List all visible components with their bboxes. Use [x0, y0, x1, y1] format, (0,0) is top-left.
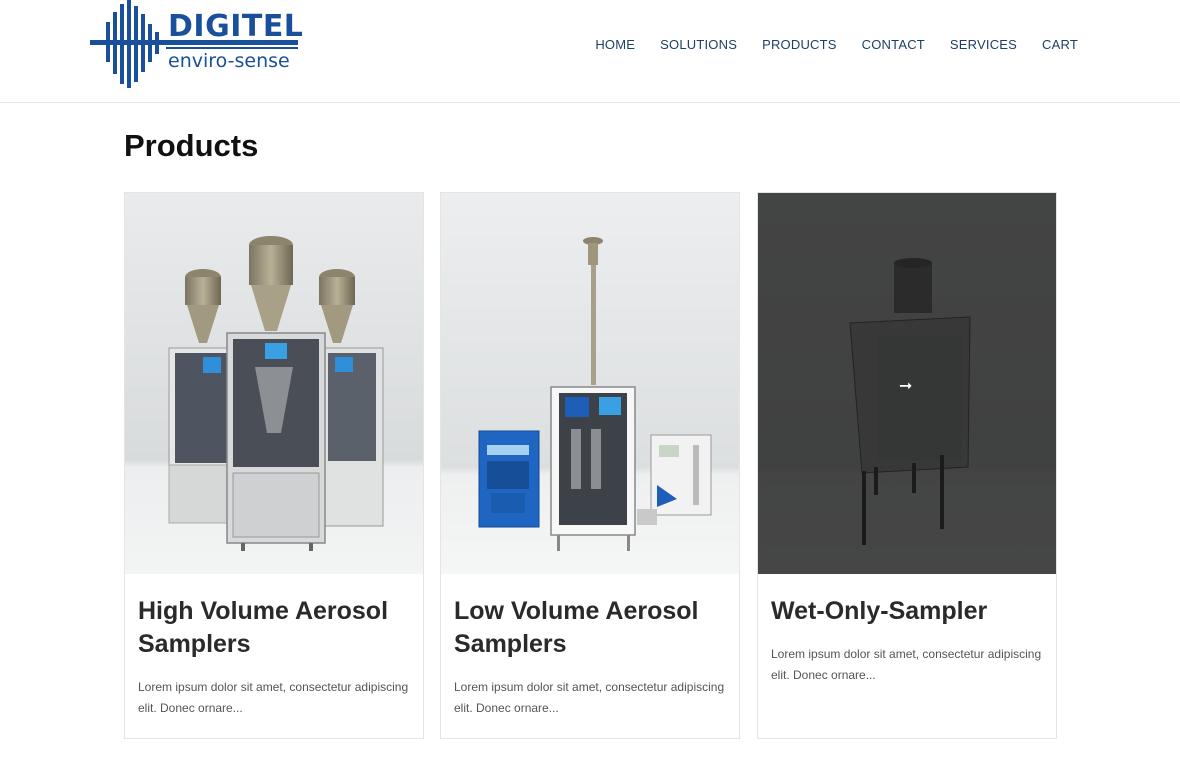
svg-text:DIGITEL: DIGITEL [168, 9, 303, 44]
product-description: Lorem ipsum dolor sit amet, consectetur … [771, 647, 1042, 682]
low-volume-sampler-photo[interactable] [441, 193, 739, 574]
digitel-logo[interactable]: DIGITEL enviro-sense [88, 0, 303, 90]
product-title[interactable]: Low Volume Aerosol Samplers [454, 595, 729, 661]
product-description: Lorem ipsum dolor sit amet, consectetur … [454, 680, 725, 715]
page-title: Products [124, 128, 259, 163]
main-nav: HOME SOLUTIONS PRODUCTS CONTACT SERVICES… [595, 37, 1078, 52]
product-title[interactable]: Wet-Only-Sampler [771, 595, 1046, 628]
arrow-right-icon[interactable]: ➞ [899, 376, 912, 395]
product-card-low-volume[interactable]: Low Volume Aerosol Samplers Lorem ipsum … [440, 192, 740, 739]
nav-cart[interactable]: CART [1042, 37, 1078, 52]
nav-services[interactable]: SERVICES [950, 37, 1017, 52]
nav-products[interactable]: PRODUCTS [762, 37, 837, 52]
product-card-high-volume[interactable]: High Volume Aerosol Samplers Lorem ipsum… [124, 192, 424, 739]
nav-home[interactable]: HOME [595, 37, 635, 52]
nav-contact[interactable]: CONTACT [862, 37, 925, 52]
wet-only-sampler-photo[interactable]: ➞ [758, 193, 1056, 574]
product-title[interactable]: High Volume Aerosol Samplers [138, 595, 413, 661]
nav-solutions[interactable]: SOLUTIONS [660, 37, 737, 52]
site-header: DIGITEL enviro-sense HOME SOLUTIONS PROD… [0, 0, 1180, 103]
svg-text:enviro-sense: enviro-sense [168, 50, 290, 72]
high-volume-sampler-photo[interactable] [125, 193, 423, 574]
product-description: Lorem ipsum dolor sit amet, consectetur … [138, 680, 409, 715]
product-card-wet-only[interactable]: ➞ Wet-Only-Sampler Lorem ipsum dolor sit… [757, 192, 1057, 739]
